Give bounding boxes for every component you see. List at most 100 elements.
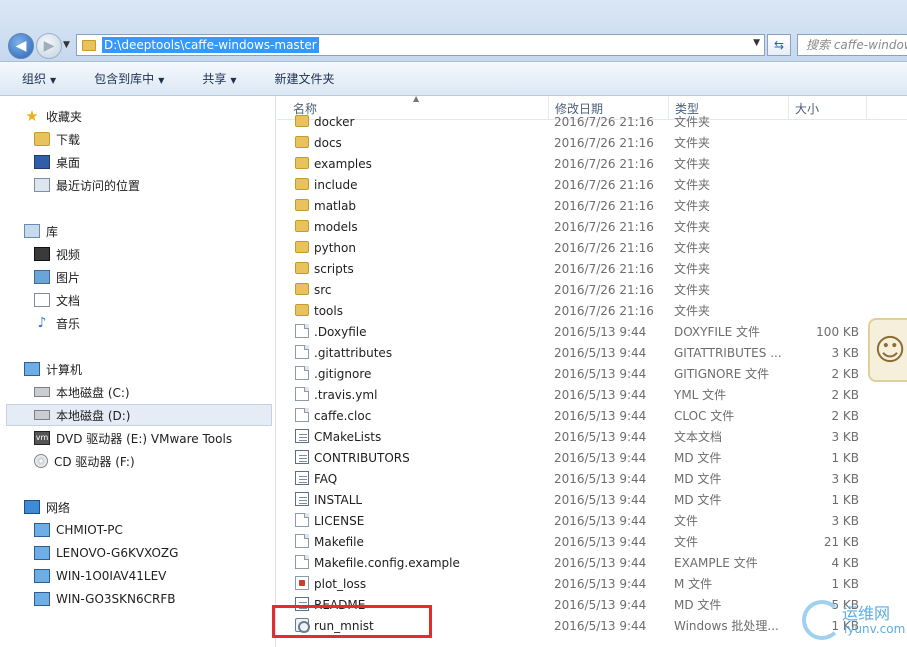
recent-pages-dropdown[interactable]: ▼ [63,40,70,50]
forward-button[interactable]: ▶ [36,33,62,59]
nav-computer[interactable]: 计算机 [24,358,274,380]
back-button[interactable]: ◀ [8,33,34,59]
nav-network[interactable]: 网络 [24,496,274,518]
file-date: 2016/7/26 21:16 [554,303,654,318]
file-date: 2016/5/13 9:44 [554,555,647,570]
file-date: 2016/5/13 9:44 [554,513,647,528]
file-name: .gitignore [314,366,372,381]
file-row[interactable]: .gitignore 2016/5/13 9:44 GITIGNORE 文件 2 KB [277,363,907,384]
folder-icon [295,136,309,148]
file-type: 文件夹 [674,304,711,318]
network-icon [24,500,40,514]
file-row[interactable]: Makefile.config.example 2016/5/13 9:44 EXA… [277,552,907,573]
watermark-line2: iyunv.com [844,622,906,636]
nav-network-pc[interactable]: WIN-GO3SKN6CRFB [34,588,274,610]
file-size: 2 KB [831,408,859,423]
nav-drive-d[interactable]: 本地磁盘 (D:) [6,404,272,426]
nav-videos[interactable]: 视频 [34,243,274,265]
chevron-down-icon: ▼ [50,76,57,85]
nav-drive-c[interactable]: 本地磁盘 (C:) [34,381,274,403]
watermark-logo: 运维网 iyunv.com [800,598,905,644]
highlight-annotation [272,605,432,638]
file-row[interactable]: docs 2016/7/26 21:16 文件夹 [277,132,907,153]
file-name: examples [314,156,372,171]
file-icon [295,513,309,527]
file-icon [295,534,309,548]
refresh-button[interactable]: ⇆ [767,34,791,56]
matlab-file-icon [295,576,309,590]
file-row[interactable]: FAQ 2016/5/13 9:44 MD 文件 3 KB [277,468,907,489]
file-row[interactable]: .gitattributes 2016/5/13 9:44 GITATTRIBUTE… [277,342,907,363]
file-date: 2016/5/13 9:44 [554,408,647,423]
nav-music[interactable]: ♪ 音乐 [34,312,274,334]
nav-documents[interactable]: 文档 [34,289,274,311]
file-row[interactable]: include 2016/7/26 21:16 文件夹 [277,174,907,195]
file-type: M 文件 [674,577,713,591]
file-row[interactable]: .travis.yml 2016/5/13 9:44 YML 文件 2 KB [277,384,907,405]
file-type: 文件夹 [674,220,711,234]
nav-label: 收藏夹 [46,109,83,124]
text-document-icon [295,492,309,506]
file-date: 2016/7/26 21:16 [554,282,654,297]
file-type: CLOC 文件 [674,409,735,423]
nav-network-pc[interactable]: WIN-1O0IAV41LEV [34,565,274,587]
file-type: MD 文件 [674,598,722,612]
file-row[interactable]: CONTRIBUTORS 2016/5/13 9:44 MD 文件 1 KB [277,447,907,468]
file-size: 21 KB [823,534,859,549]
file-name: CONTRIBUTORS [314,450,410,465]
include-in-library-menu[interactable]: 包含到库中 ▼ [86,67,172,90]
file-row[interactable]: models 2016/7/26 21:16 文件夹 [277,216,907,237]
file-row[interactable]: python 2016/7/26 21:16 文件夹 [277,237,907,258]
search-input[interactable]: 搜索 caffe-windows-master [797,34,907,56]
nav-label: 视频 [56,247,81,262]
smiley-widget[interactable]: ☺ [868,318,907,382]
nav-libraries[interactable]: 库 [24,220,274,242]
file-row[interactable]: LICENSE 2016/5/13 9:44 文件 3 KB [277,510,907,531]
file-row[interactable]: .Doxyfile 2016/5/13 9:44 DOXYFILE 文件 100 KB [277,321,907,342]
file-type: MD 文件 [674,493,722,507]
nav-pictures[interactable]: 图片 [34,266,274,288]
watermark-circle-icon [802,600,842,640]
file-size: 3 KB [831,345,859,360]
file-row[interactable]: scripts 2016/7/26 21:16 文件夹 [277,258,907,279]
file-icon [295,324,309,338]
chevron-down-icon: ▼ [158,76,165,85]
file-row[interactable]: src 2016/7/26 21:16 文件夹 [277,279,907,300]
nav-favorites[interactable]: ★ 收藏夹 [24,105,274,127]
file-row[interactable]: tools 2016/7/26 21:16 文件夹 [277,300,907,321]
file-type: 文件夹 [674,178,711,192]
arrow-right-icon: ▶ [43,38,55,54]
nav-desktop[interactable]: 桌面 [34,151,274,173]
nav-network-pc[interactable]: LENOVO-G6KVXOZG [34,542,274,564]
file-size: 4 KB [831,555,859,570]
address-path[interactable]: D:\deeptools\caffe-windows-master [102,37,319,53]
file-row[interactable]: caffe.cloc 2016/5/13 9:44 CLOC 文件 2 KB [277,405,907,426]
file-date: 2016/5/13 9:44 [554,597,647,612]
windows-drive-icon [34,387,50,397]
address-field[interactable]: D:\deeptools\caffe-windows-master ▼ [76,34,765,56]
smiley-icon: ☺ [874,332,906,368]
file-date: 2016/5/13 9:44 [554,618,647,633]
new-folder-button[interactable]: 新建文件夹 [267,67,343,90]
file-row[interactable]: docker 2016/7/26 21:16 文件夹 [277,111,907,132]
file-date: 2016/5/13 9:44 [554,576,647,591]
nav-drive-e[interactable]: vm DVD 驱动器 (E:) VMware Tools [34,427,274,449]
file-icon [295,408,309,422]
nav-recent-places[interactable]: 最近访问的位置 [34,174,274,196]
nav-drive-f[interactable]: CD 驱动器 (F:) [34,450,274,472]
nav-network-pc[interactable]: CHMIOT-PC [34,519,274,541]
file-name: scripts [314,261,354,276]
file-row[interactable]: examples 2016/7/26 21:16 文件夹 [277,153,907,174]
file-row[interactable]: plot_loss 2016/5/13 9:44 M 文件 1 KB [277,573,907,594]
nav-downloads[interactable]: 下载 [34,128,274,150]
file-date: 2016/7/26 21:16 [554,156,654,171]
chevron-down-icon[interactable]: ▼ [753,38,760,48]
file-row[interactable]: matlab 2016/7/26 21:16 文件夹 [277,195,907,216]
nav-label: 文档 [56,293,81,308]
file-row[interactable]: INSTALL 2016/5/13 9:44 MD 文件 1 KB [277,489,907,510]
file-row[interactable]: Makefile 2016/5/13 9:44 文件 21 KB [277,531,907,552]
organize-menu[interactable]: 组织 ▼ [14,67,64,90]
folder-icon [295,241,309,253]
share-menu[interactable]: 共享 ▼ [194,67,244,90]
file-row[interactable]: CMakeLists 2016/5/13 9:44 文本文档 3 KB [277,426,907,447]
